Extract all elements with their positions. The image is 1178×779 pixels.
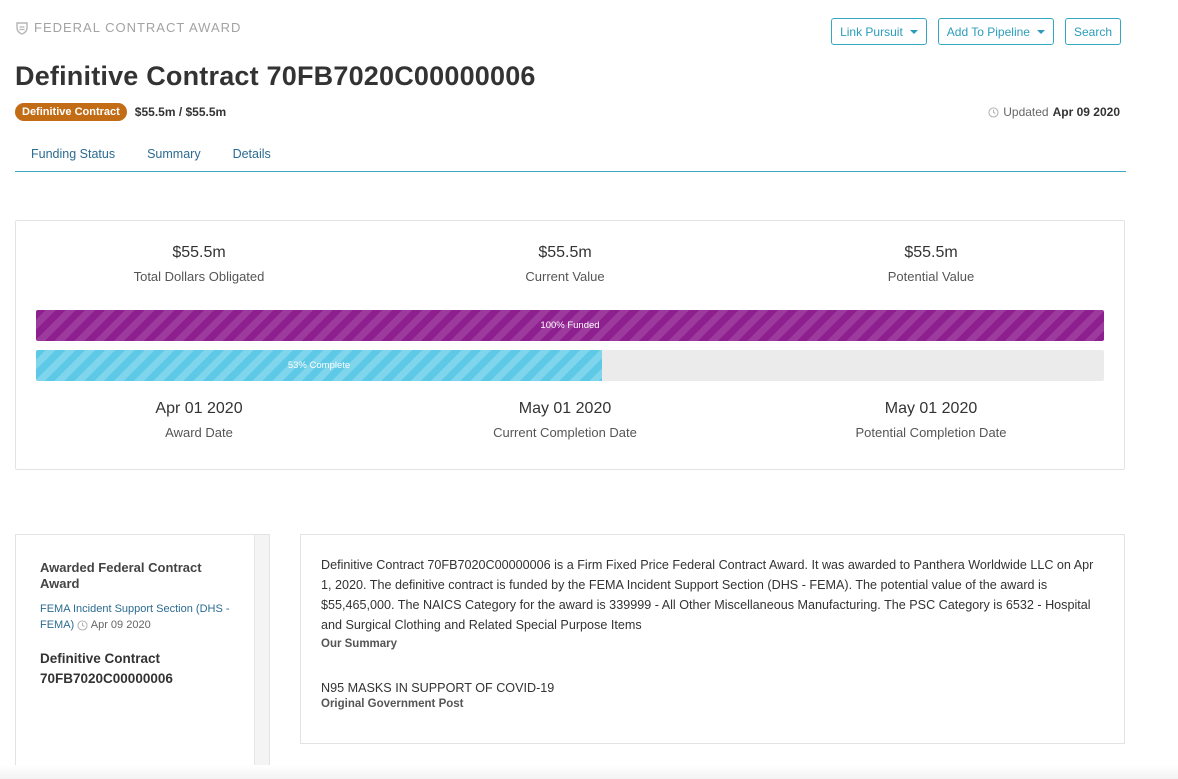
funded-progress-fill: 100% Funded xyxy=(36,310,1104,341)
updated-info: Updated Apr 09 2020 xyxy=(988,105,1120,119)
stat-value: Apr 01 2020 xyxy=(155,400,243,417)
sidebar-contract-name: Definitive Contract 70FB7020C00000006 xyxy=(40,651,173,686)
stat-label: Potential Value xyxy=(887,269,975,284)
action-toolbar: Link Pursuit Add To Pipeline Search xyxy=(831,18,1121,45)
add-to-pipeline-button[interactable]: Add To Pipeline xyxy=(937,18,1054,45)
stat-current-completion: May 01 2020 Current Completion Date xyxy=(382,399,748,441)
chevron-down-icon xyxy=(1036,29,1045,34)
funding-status-card: $55.5m Total Dollars Obligated $55.5m Cu… xyxy=(15,220,1125,470)
stat-award-date: Apr 01 2020 Award Date xyxy=(16,399,382,441)
stat-label: Potential Completion Date xyxy=(855,425,1007,440)
eyebrow-text: FEDERAL CONTRACT AWARD xyxy=(34,20,242,35)
link-pursuit-label: Link Pursuit xyxy=(840,24,903,39)
our-summary-label: Our Summary xyxy=(321,638,398,650)
updated-prefix: Updated xyxy=(1003,105,1049,119)
stat-value: $55.5m xyxy=(172,244,226,261)
date-stats: Apr 01 2020 Award Date May 01 2020 Curre… xyxy=(16,399,1124,441)
funded-progress-label: 100% Funded xyxy=(540,320,600,331)
search-button[interactable]: Search xyxy=(1064,18,1121,45)
stat-potential-completion: May 01 2020 Potential Completion Date xyxy=(748,399,1114,441)
tab-funding-status[interactable]: Funding Status xyxy=(15,146,131,171)
search-label: Search xyxy=(1073,24,1112,39)
government-post-label: Original Government Post xyxy=(321,698,464,710)
shield-icon xyxy=(15,21,29,35)
page-title: Definitive Contract 70FB7020C00000006 xyxy=(15,61,536,91)
value-stats: $55.5m Total Dollars Obligated $55.5m Cu… xyxy=(16,243,1124,285)
stat-value: $55.5m xyxy=(538,244,592,261)
status-badge: Definitive Contract xyxy=(15,103,127,121)
sidebar-date: Apr 09 2020 xyxy=(90,619,151,631)
summary-description: Definitive Contract 70FB7020C00000006 is… xyxy=(321,558,1094,632)
stat-label: Current Completion Date xyxy=(493,425,637,440)
stat-current-value: $55.5m Current Value xyxy=(382,243,748,285)
stat-label: Award Date xyxy=(165,425,233,440)
sidebar-date-wrap: Apr 09 2020 xyxy=(77,619,151,631)
summary-card: Definitive Contract 70FB7020C00000006 is… xyxy=(300,534,1125,744)
stat-potential-value: $55.5m Potential Value xyxy=(748,243,1114,285)
link-pursuit-button[interactable]: Link Pursuit xyxy=(831,18,927,45)
clock-icon xyxy=(77,620,88,631)
stat-value: May 01 2020 xyxy=(518,400,612,417)
stat-value: $55.5m xyxy=(904,244,958,261)
funded-progress-bar: 100% Funded xyxy=(36,310,1104,341)
clock-icon xyxy=(988,105,999,119)
award-sidebar-card: Awarded Federal Contract Award FEMA Inci… xyxy=(15,534,270,779)
page-bottom-edge xyxy=(0,765,1178,779)
chevron-down-icon xyxy=(909,29,918,34)
updated-date: Apr 09 2020 xyxy=(1052,105,1120,119)
completion-progress-label: 53% Complete xyxy=(287,360,351,371)
tab-bar: Funding Status Summary Details xyxy=(15,146,1126,172)
stat-label: Total Dollars Obligated xyxy=(133,269,265,284)
sidebar-scrollbar[interactable] xyxy=(254,535,269,779)
tab-details[interactable]: Details xyxy=(217,146,287,171)
stat-label: Current Value xyxy=(525,269,605,284)
contract-meta: Definitive Contract $55.5m / $55.5m xyxy=(15,103,226,121)
stat-total-obligated: $55.5m Total Dollars Obligated xyxy=(16,243,382,285)
completion-progress-fill: 53% Complete xyxy=(36,350,603,381)
government-post-text: N95 MASKS IN SUPPORT OF COVID-19 xyxy=(321,681,555,695)
sidebar-agency: FEMA Incident Support Section (DHS - FEM… xyxy=(40,601,235,633)
add-to-pipeline-label: Add To Pipeline xyxy=(946,24,1030,39)
completion-progress-bar: 53% Complete xyxy=(36,350,1104,381)
page-eyebrow: FEDERAL CONTRACT AWARD xyxy=(15,20,241,35)
amount-text: $55.5m / $55.5m xyxy=(134,105,227,119)
stat-value: May 01 2020 xyxy=(884,400,978,417)
tab-summary[interactable]: Summary xyxy=(131,146,216,171)
sidebar-title: Awarded Federal Contract Award xyxy=(40,560,202,591)
